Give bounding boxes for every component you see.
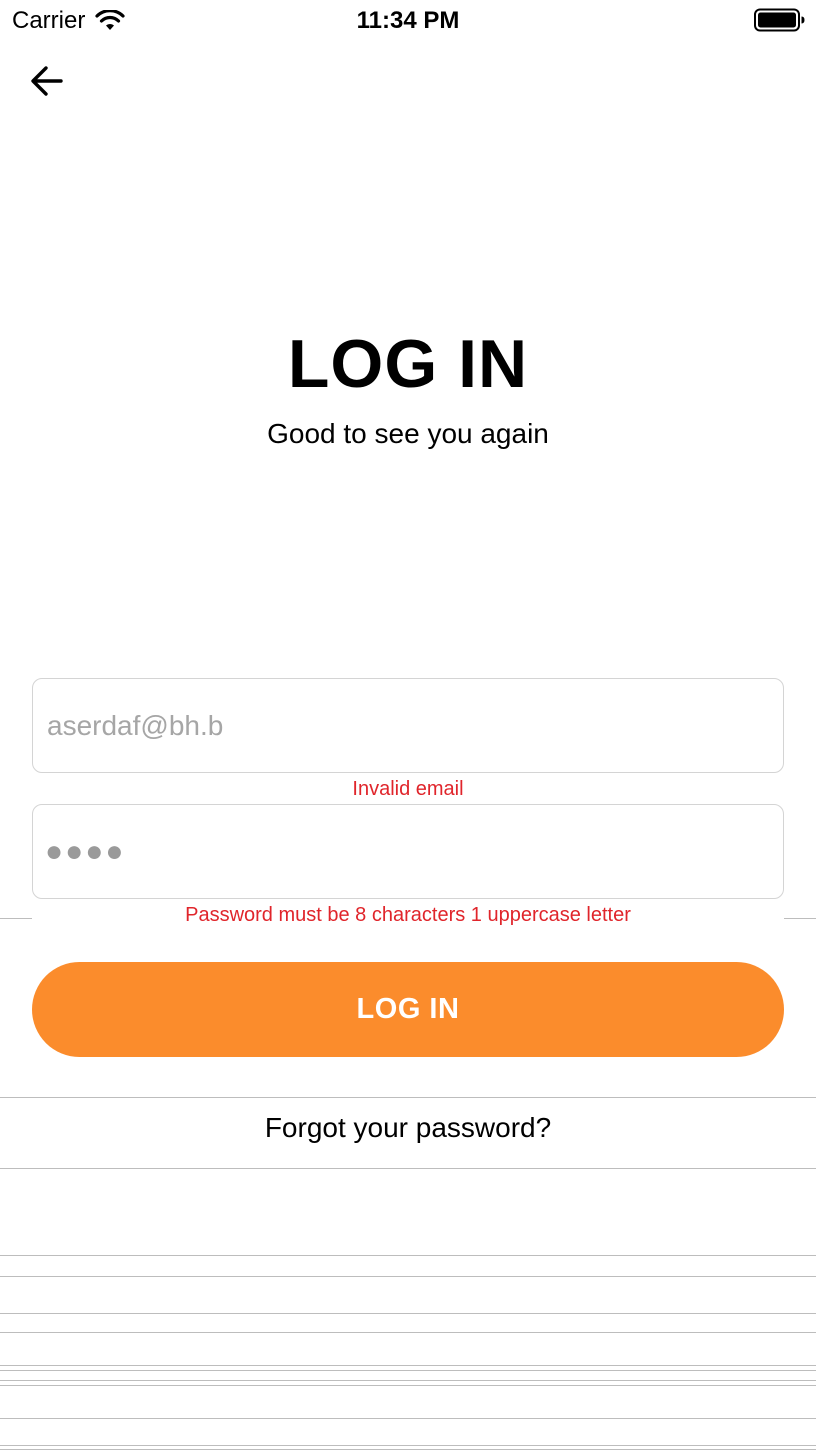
status-bar: Carrier 11:34 PM (0, 0, 816, 42)
divider (0, 1313, 816, 1314)
divider (0, 1332, 816, 1333)
login-button[interactable]: LOG IN (32, 962, 784, 1057)
divider (0, 1255, 816, 1256)
divider (0, 1449, 816, 1450)
forgot-password-link[interactable]: Forgot your password? (0, 1108, 816, 1148)
password-field[interactable]: ●●●● (32, 804, 784, 899)
email-value: aserdaf@bh.b (47, 709, 224, 741)
battery-icon (754, 8, 805, 32)
email-error-message: Invalid email (352, 778, 464, 800)
divider (0, 1168, 816, 1169)
password-value: ●●●● (45, 834, 126, 868)
divider (0, 1097, 816, 1098)
status-time: 11:34 PM (356, 7, 460, 34)
email-field[interactable]: aserdaf@bh.b (32, 678, 784, 773)
page-subtitle: Good to see you again (267, 418, 549, 449)
divider (0, 1276, 816, 1277)
back-button[interactable] (24, 58, 70, 104)
divider (0, 1370, 816, 1371)
divider (0, 1380, 816, 1381)
divider (0, 1445, 816, 1446)
divider (0, 1418, 816, 1419)
divider (0, 1385, 816, 1386)
divider (0, 1365, 816, 1366)
arrow-left-icon (31, 66, 63, 96)
page-title: LOG IN (287, 326, 529, 402)
password-error-message: Password must be 8 characters 1 uppercas… (185, 904, 631, 926)
